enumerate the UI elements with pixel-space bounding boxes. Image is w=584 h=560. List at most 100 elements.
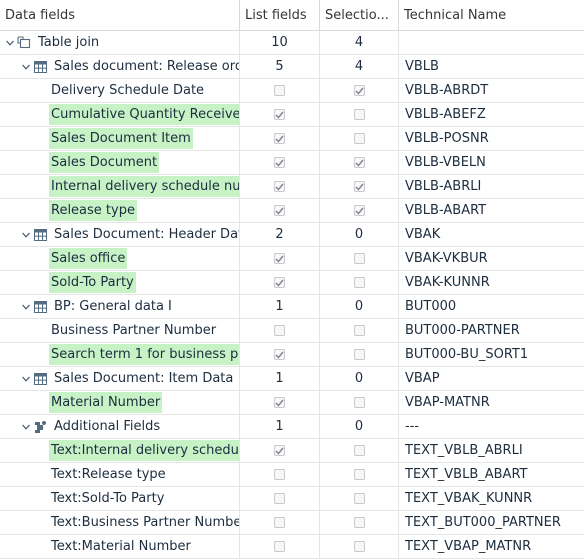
node-label[interactable]: Sales Document: Header Dat [52, 224, 239, 245]
technical-name: VBAP-MATNR [405, 395, 490, 410]
field-row[interactable]: Material Number VBAP-MATNR [0, 391, 584, 415]
column-header-selection[interactable]: Selectio... [320, 0, 399, 30]
selection-checkbox[interactable] [353, 517, 365, 528]
list-field-checkbox[interactable] [274, 349, 285, 360]
selection-checkbox[interactable] [353, 349, 365, 360]
node-label[interactable]: Delivery Schedule Date [49, 80, 206, 101]
list-field-cell [240, 199, 320, 222]
selection-count: 4 [320, 31, 399, 54]
node-label[interactable]: Text:Business Partner Number [49, 512, 239, 533]
node-label[interactable]: Cumulative Quantity Received [49, 104, 239, 125]
selection-checkbox[interactable] [353, 181, 365, 192]
table-node-row[interactable]: BP: General data I 1 0 BUT000 [0, 295, 584, 319]
selection-checkbox[interactable] [353, 493, 365, 504]
list-field-checkbox[interactable] [274, 157, 285, 168]
field-row[interactable]: Business Partner Number BUT000-PARTNER [0, 319, 584, 343]
node-label[interactable]: Additional Fields [52, 416, 162, 437]
selection-cell [320, 463, 399, 486]
table-node-row[interactable]: Sales Document: Header Dat 2 0 VBAK [0, 223, 584, 247]
list-field-checkbox[interactable] [274, 253, 285, 264]
node-label[interactable]: Sales Document Item [49, 128, 193, 149]
field-row[interactable]: Sales Document VBLB-VBELN [0, 151, 584, 175]
field-row[interactable]: Text:Business Partner Number TEXT_BUT000_… [0, 511, 584, 535]
list-field-checkbox[interactable] [274, 325, 285, 336]
list-field-checkbox[interactable] [274, 277, 285, 288]
chevron-down-icon[interactable] [19, 230, 33, 240]
node-label[interactable]: Text:Internal delivery schedule [49, 440, 239, 461]
chevron-down-icon[interactable] [19, 62, 33, 72]
column-header-technical-name[interactable]: Technical Name [399, 0, 584, 30]
list-field-checkbox[interactable] [274, 205, 285, 216]
selection-checkbox[interactable] [353, 325, 365, 336]
list-field-checkbox[interactable] [274, 109, 285, 120]
node-label[interactable]: Table join [36, 32, 101, 53]
selection-checkbox[interactable] [353, 445, 365, 456]
technical-name: VBLB-ABRLI [405, 179, 482, 194]
column-header-list-fields[interactable]: List fields [240, 0, 320, 30]
table-join-icon [17, 36, 31, 50]
join-node-row[interactable]: Table join 10 4 [0, 31, 584, 55]
list-field-checkbox[interactable] [274, 493, 285, 504]
list-field-checkbox[interactable] [274, 469, 285, 480]
chevron-down-icon[interactable] [19, 374, 33, 384]
selection-checkbox[interactable] [353, 469, 365, 480]
field-row[interactable]: Sales Document Item VBLB-POSNR [0, 127, 584, 151]
list-field-checkbox[interactable] [274, 517, 285, 528]
field-row[interactable]: Sold-To Party VBAK-KUNNR [0, 271, 584, 295]
list-field-checkbox[interactable] [274, 85, 285, 96]
table-node-row[interactable]: Sales Document: Item Data 1 0 VBAP [0, 367, 584, 391]
chevron-down-icon[interactable] [19, 302, 33, 312]
node-label[interactable]: Business Partner Number [49, 320, 218, 341]
field-row[interactable]: Delivery Schedule Date VBLB-ABRDT [0, 79, 584, 103]
selection-checkbox[interactable] [353, 253, 365, 264]
selection-count: 0 [320, 223, 399, 246]
node-label[interactable]: Sales Document [49, 152, 160, 173]
selection-checkbox[interactable] [353, 109, 365, 120]
node-label[interactable]: Material Number [49, 392, 163, 413]
chevron-down-icon[interactable] [3, 38, 17, 48]
table-node-row[interactable]: Additional Fields 1 0 --- [0, 415, 584, 439]
tree-cell: Sales Document: Header Dat [0, 223, 240, 246]
node-label[interactable]: Text:Release type [49, 464, 168, 485]
node-label[interactable]: BP: General data I [52, 296, 174, 317]
selection-checkbox[interactable] [353, 397, 365, 408]
node-label[interactable]: Internal delivery schedule num [49, 176, 239, 197]
selection-checkbox[interactable] [353, 133, 365, 144]
field-row[interactable]: Cumulative Quantity Received VBLB-ABEFZ [0, 103, 584, 127]
selection-checkbox[interactable] [353, 277, 365, 288]
list-field-checkbox[interactable] [274, 133, 285, 144]
technical-name: TEXT_BUT000_PARTNER [405, 515, 561, 530]
field-row[interactable]: Text:Material Number TEXT_VBAP_MATNR [0, 535, 584, 559]
node-label[interactable]: Search term 1 for business par [49, 344, 239, 365]
field-row[interactable]: Internal delivery schedule num VBLB-ABRLI [0, 175, 584, 199]
node-label[interactable]: Text:Material Number [49, 536, 193, 557]
list-field-checkbox[interactable] [274, 397, 285, 408]
node-label[interactable]: Text:Sold-To Party [49, 488, 166, 509]
chevron-down-icon[interactable] [19, 422, 33, 432]
node-label[interactable]: Sales office [49, 248, 128, 269]
technical-name: VBLB-POSNR [405, 131, 489, 146]
field-row[interactable]: Sales office VBAK-VKBUR [0, 247, 584, 271]
node-label[interactable]: Sold-To Party [49, 272, 136, 293]
field-row[interactable]: Text:Sold-To Party TEXT_VBAK_KUNNR [0, 487, 584, 511]
list-field-count: 1 [240, 295, 320, 318]
list-field-count: 1 [240, 415, 320, 438]
selection-checkbox[interactable] [353, 541, 365, 552]
list-field-checkbox[interactable] [274, 541, 285, 552]
field-row[interactable]: Search term 1 for business par BUT000-BU_… [0, 343, 584, 367]
selection-count: 0 [320, 367, 399, 390]
selection-checkbox[interactable] [353, 85, 365, 96]
list-field-checkbox[interactable] [274, 181, 285, 192]
node-label[interactable]: Release type [49, 200, 137, 221]
node-label[interactable]: Sales Document: Item Data [52, 368, 235, 389]
field-row[interactable]: Text:Internal delivery schedule TEXT_VBLB… [0, 439, 584, 463]
table-node-row[interactable]: Sales document: Release ord 5 4 VBLB [0, 55, 584, 79]
node-label[interactable]: Sales document: Release ord [52, 56, 239, 77]
selection-checkbox[interactable] [353, 157, 365, 168]
field-row[interactable]: Text:Release type TEXT_VBLB_ABART [0, 463, 584, 487]
column-header-data-fields[interactable]: Data fields [0, 0, 240, 30]
list-field-checkbox[interactable] [274, 445, 285, 456]
selection-checkbox[interactable] [353, 205, 365, 216]
technical-name: VBAK [405, 227, 441, 242]
field-row[interactable]: Release type VBLB-ABART [0, 199, 584, 223]
